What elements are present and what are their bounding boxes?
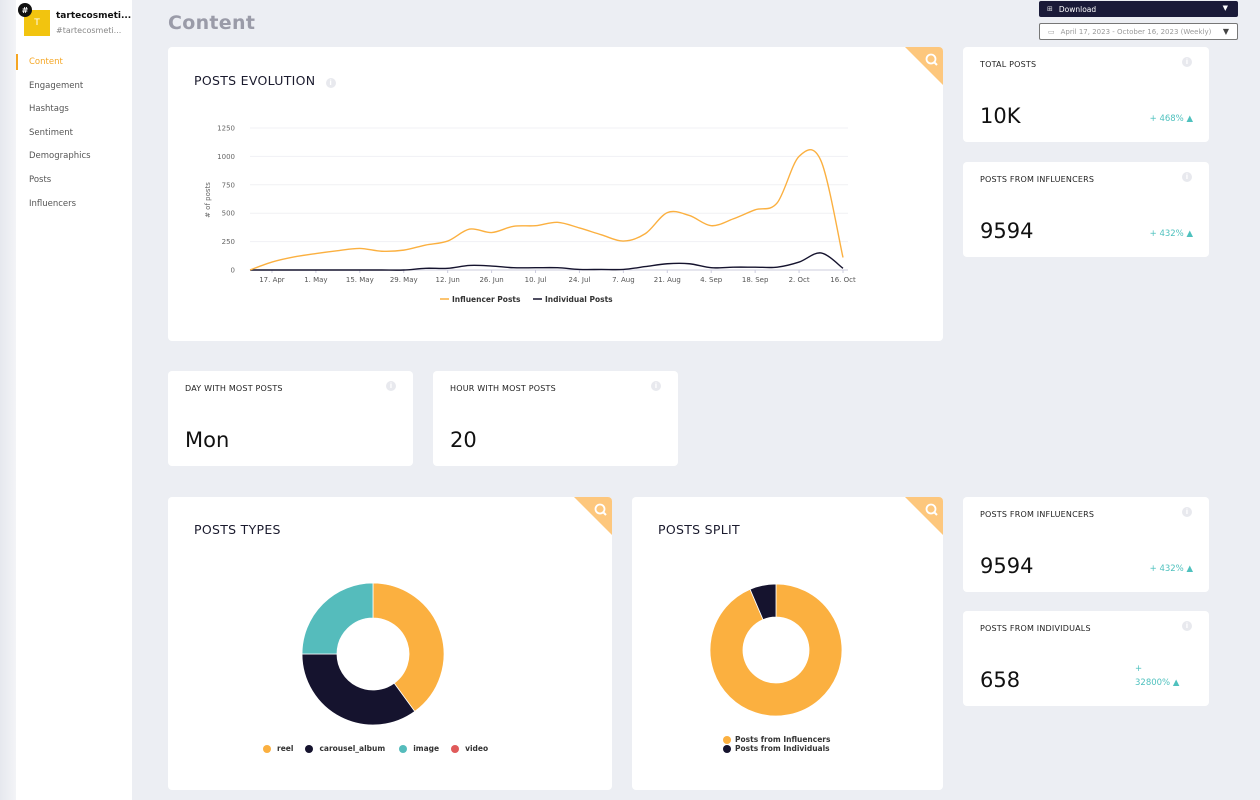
posts-evolution-chart: 0 250 500 750 1000 1250 17. Apr 1. May 15. May 2… [204,125,856,305]
posts-from-individuals-change: + 32800% ▲ [1135,662,1195,690]
change-value: 32800% ▲ [1135,678,1180,688]
sidebar-item-posts[interactable]: Posts [16,172,132,196]
hour-most-posts-value: 20 [450,428,477,452]
x-tick-label: 2. Oct [789,276,810,284]
sidebar-item-engagement[interactable]: Engagement [16,78,132,102]
series-line-influencer-posts[interactable] [249,149,844,271]
caret-down-icon: ▼ [1222,4,1228,12]
x-tick-label: 12. Jun [436,276,460,284]
day-most-posts-title: DAY WITH MOST POSTS [185,384,283,393]
series-line-individual-posts[interactable] [249,252,844,271]
legend-label[interactable]: Influencer Posts [452,295,521,304]
info-icon[interactable]: i [386,381,396,391]
x-tick-label: 7. Aug [612,276,635,284]
brand-name: tartecosmeti... [56,11,132,21]
info-icon[interactable]: i [1182,621,1192,631]
calendar-icon: ▭ [1048,27,1055,36]
caret-down-icon: ▼ [1222,27,1229,36]
page-title: Content [168,12,256,34]
y-axis-label: # of posts [204,182,212,218]
y-tick-label: 1000 [217,153,235,161]
total-posts-change: + 468% ▲ [1149,114,1193,124]
download-button[interactable]: ⊞ Download ▼ [1039,1,1238,17]
slice-image[interactable] [301,582,374,655]
change-sign: + [1135,664,1143,674]
brand-account[interactable]: T # tartecosmeti... #tartecosmeti... [18,3,134,38]
posts-split-legend-individuals: Posts from Individuals [723,744,830,753]
posts-from-influencers-top-card: POSTS FROM INFLUENCERS i 9594 + 432% ▲ [963,162,1209,257]
posts-from-individuals-card: POSTS FROM INDIVIDUALS i 658 + 32800% ▲ [963,611,1209,706]
x-tick-label: 29. May [390,276,418,284]
x-tick-label: 16. Oct [830,276,856,284]
posts-types-legend: reel carousel_album image video [263,744,488,753]
legend-label[interactable]: Individual Posts [545,295,613,304]
day-most-posts-card: DAY WITH MOST POSTS i Mon [168,371,413,466]
legend-swatch-image [399,744,408,753]
y-tick-label: 1250 [217,125,235,133]
download-label: Download [1058,4,1097,14]
hour-most-posts-title: HOUR WITH MOST POSTS [450,384,556,393]
x-tick-label: 24. Jul [569,276,591,284]
posts-from-influencers-card: POSTS FROM INFLUENCERS i 9594 + 432% ▲ [963,497,1209,592]
posts-from-individuals-title: POSTS FROM INDIVIDUALS [980,624,1091,633]
window-gutter [0,0,16,800]
date-range-select[interactable]: ▭ April 17, 2023 - October 16, 2023 (Wee… [1039,23,1238,40]
download-icon: ⊞ [1047,5,1053,13]
x-tick-label: 21. Aug [654,276,681,284]
legend-label-carousel[interactable]: carousel_album [319,744,385,753]
x-tick-label: 4. Sep [700,276,723,284]
legend-swatch-video [451,744,460,753]
day-most-posts-value: Mon [185,428,230,452]
posts-from-influencers-change: + 432% ▲ [1149,564,1193,574]
date-range-value: April 17, 2023 - October 16, 2023 (Weekl… [1060,27,1212,36]
sidebar: T # tartecosmeti... #tartecosmeti... Con… [16,0,132,800]
y-tick-label: 500 [222,210,235,218]
brand-handle: #tartecosmeti... [56,26,122,35]
posts-from-influencers-value: 9594 [980,554,1034,578]
legend-label-individuals[interactable]: Posts from Individuals [735,744,830,753]
info-icon[interactable]: i [1182,172,1192,182]
posts-split-legend-influencers: Posts from Influencers [723,735,830,744]
posts-from-influencers-value: 9594 [980,219,1034,243]
legend-swatch-individuals [723,744,731,753]
total-posts-title: TOTAL POSTS [980,60,1037,69]
legend-label-video[interactable]: video [465,744,488,753]
x-tick-label: 15. May [346,276,374,284]
x-tick-label: 18. Sep [742,276,769,284]
x-tick-label: 17. Apr [259,276,285,284]
posts-from-individuals-value: 658 [980,668,1021,692]
y-tick-label: 750 [222,181,235,189]
info-icon[interactable]: i [1182,507,1192,517]
posts-evolution-card: POSTS EVOLUTION i 0 250 500 750 1000 1250 17.… [168,47,943,341]
legend-label-reel[interactable]: reel [277,744,293,753]
sidebar-item-hashtags[interactable]: Hashtags [16,101,132,125]
info-icon[interactable]: i [651,381,661,391]
x-tick-label: 1. May [304,276,327,284]
hour-most-posts-card: HOUR WITH MOST POSTS i 20 [433,371,678,466]
legend-swatch-influencers [723,735,731,744]
posts-from-influencers-change: + 432% ▲ [1149,229,1193,239]
sidebar-item-sentiment[interactable]: Sentiment [16,125,132,149]
legend-swatch-reel [263,744,271,753]
x-tick-label: 10. Jul [525,276,547,284]
posts-from-influencers-title: POSTS FROM INFLUENCERS [980,510,1095,519]
legend-label-image[interactable]: image [413,744,439,753]
total-posts-card: TOTAL POSTS i 10K + 468% ▲ [963,47,1209,142]
x-tick-label: 26. Jun [479,276,503,284]
total-posts-value: 10K [980,104,1021,128]
y-tick-label: 0 [231,267,235,275]
hashtag-badge-icon: # [18,3,32,17]
legend-label-influencers[interactable]: Posts from Influencers [735,735,830,744]
sidebar-nav: Content Engagement Hashtags Sentiment De… [16,54,132,219]
sidebar-item-content[interactable]: Content [16,54,132,78]
legend-swatch-carousel [305,744,314,753]
info-icon[interactable]: i [1182,57,1192,67]
posts-from-influencers-title: POSTS FROM INFLUENCERS [980,175,1095,184]
slice-carousel-album[interactable] [301,653,416,726]
y-tick-label: 250 [222,238,235,246]
posts-split-card: POSTS SPLIT Posts from Influencers Posts… [632,497,943,790]
sidebar-item-influencers[interactable]: Influencers [16,196,132,220]
sidebar-item-demographics[interactable]: Demographics [16,148,132,172]
posts-types-card: POSTS TYPES reel carousel_album image vi… [168,497,612,790]
